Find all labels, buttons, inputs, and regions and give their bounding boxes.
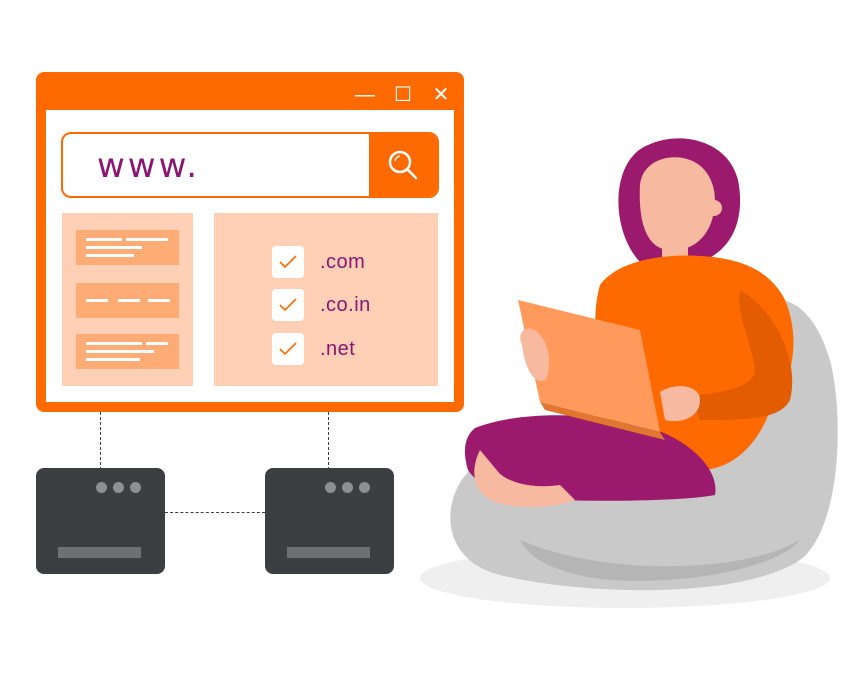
illustration: — ☐ ✕ www. .com .co.in .net bbox=[0, 0, 866, 683]
woman-with-laptop-illustration bbox=[420, 138, 838, 608]
